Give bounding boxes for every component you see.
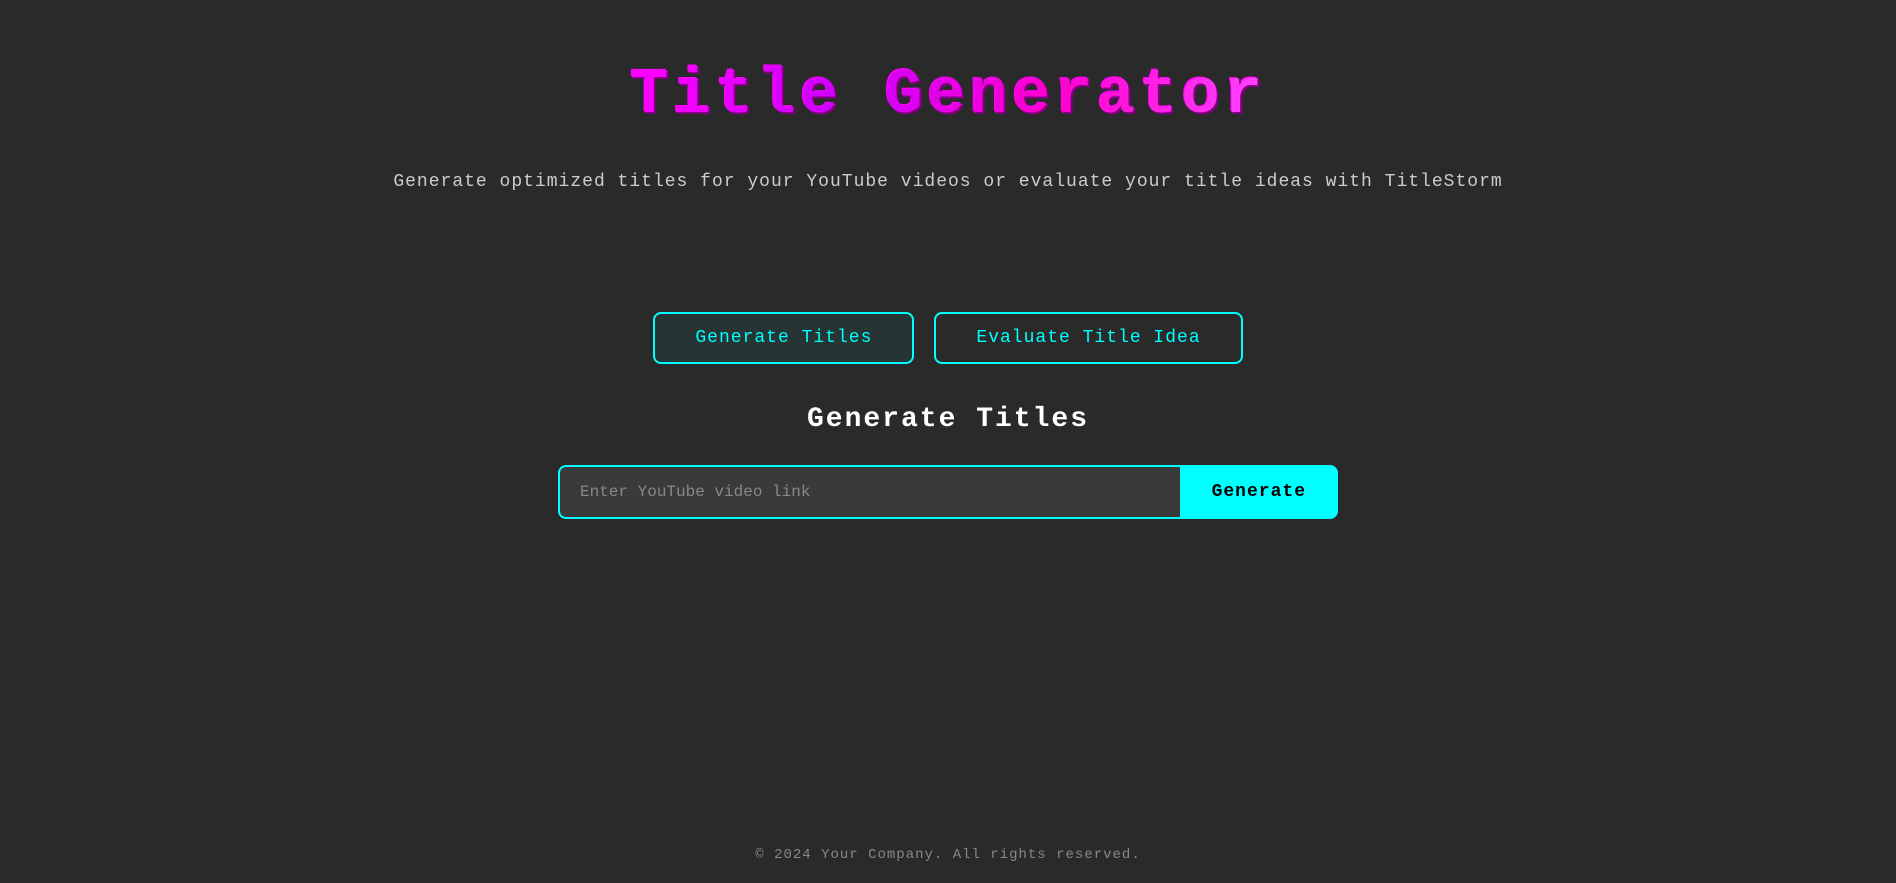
- footer: © 2024 Your Company. All rights reserved…: [0, 827, 1896, 883]
- app-title: Title Generator: [630, 60, 1266, 132]
- tab-generate[interactable]: Generate Titles: [653, 312, 914, 364]
- input-row: Generate: [558, 465, 1338, 519]
- app-subtitle: Generate optimized titles for your YouTu…: [393, 172, 1502, 192]
- tab-buttons: Generate Titles Evaluate Title Idea: [653, 312, 1242, 364]
- footer-text: © 2024 Your Company. All rights reserved…: [755, 847, 1140, 863]
- main-container: Title Generator Generate optimized title…: [0, 0, 1896, 827]
- section-heading: Generate Titles: [807, 404, 1089, 435]
- generate-button[interactable]: Generate: [1180, 465, 1338, 519]
- youtube-link-input[interactable]: [558, 465, 1180, 519]
- tab-evaluate[interactable]: Evaluate Title Idea: [934, 312, 1242, 364]
